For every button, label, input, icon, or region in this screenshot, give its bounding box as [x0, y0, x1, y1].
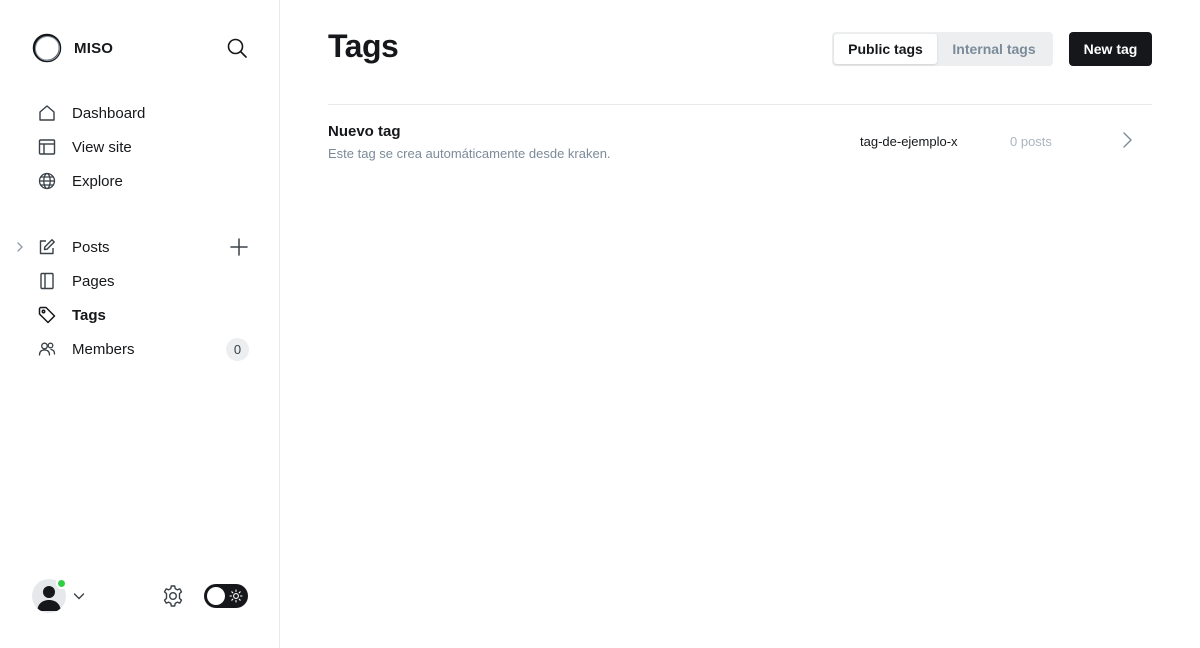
tag-description: Este tag se crea automáticamente desde k…: [328, 146, 611, 161]
home-icon: [39, 105, 55, 121]
brand[interactable]: MISO: [32, 32, 113, 64]
nav-label-view-site: View site: [72, 138, 132, 156]
new-tag-button[interactable]: New tag: [1069, 32, 1152, 66]
online-status-dot: [56, 578, 67, 589]
nav-label-posts: Posts: [72, 238, 110, 256]
toggle-knob: [207, 587, 225, 605]
nav-label-explore: Explore: [72, 172, 123, 190]
nav-item-explore[interactable]: Explore: [0, 164, 280, 198]
members-icon: [38, 342, 56, 356]
theme-toggle[interactable]: [204, 584, 248, 608]
nav-item-dashboard[interactable]: Dashboard: [0, 96, 280, 130]
nav-label-pages: Pages: [72, 272, 115, 290]
chevron-down-icon: [73, 593, 85, 600]
nav-item-view-site[interactable]: View site: [0, 130, 280, 164]
pencil-square-icon: [39, 239, 55, 255]
page-title: Tags: [328, 28, 399, 64]
search-icon[interactable]: [225, 36, 249, 60]
site-name: MISO: [74, 39, 114, 57]
sidebar: MISO Dashboard View site Explore Posts P…: [0, 0, 280, 648]
nav-item-members[interactable]: Members 0: [0, 332, 280, 366]
plus-icon[interactable]: [229, 237, 249, 257]
globe-icon: [38, 172, 56, 190]
tag-slug: tag-de-ejemplo-x: [860, 134, 958, 149]
nav-label-members: Members: [72, 340, 135, 358]
tag-icon: [38, 306, 56, 324]
nav-item-pages[interactable]: Pages: [0, 264, 280, 298]
sun-icon: [229, 589, 243, 603]
user-menu[interactable]: [32, 578, 86, 613]
page-icon: [40, 272, 54, 290]
members-count-badge: 0: [226, 338, 249, 361]
tag-name: Nuevo tag: [328, 123, 401, 140]
brand-logo-icon: [32, 33, 62, 63]
tab-internal-tags[interactable]: Internal tags: [937, 34, 1051, 64]
sidebar-footer: [0, 576, 280, 616]
tag-post-count[interactable]: 0 posts: [1010, 134, 1052, 149]
nav-label-tags: Tags: [72, 306, 106, 324]
tag-list: Nuevo tag Este tag se crea automáticamen…: [328, 104, 1152, 177]
primary-nav: Dashboard View site Explore: [0, 96, 280, 198]
content-nav: Posts Pages Tags Members 0: [0, 230, 280, 366]
tab-public-tags[interactable]: Public tags: [834, 34, 937, 64]
nav-label-dashboard: Dashboard: [72, 104, 146, 122]
chevron-right-icon: [1123, 132, 1132, 148]
chevron-right-icon[interactable]: [13, 240, 27, 254]
gear-icon[interactable]: [161, 584, 185, 608]
list-item[interactable]: Nuevo tag Este tag se crea automáticamen…: [328, 105, 1152, 177]
main-content: Tags Public tags Internal tags New tag N…: [280, 0, 1200, 648]
nav-item-tags[interactable]: Tags: [0, 298, 280, 332]
layout-icon: [38, 139, 56, 155]
nav-item-posts[interactable]: Posts: [0, 230, 280, 264]
tag-type-tabs: Public tags Internal tags: [832, 32, 1053, 66]
